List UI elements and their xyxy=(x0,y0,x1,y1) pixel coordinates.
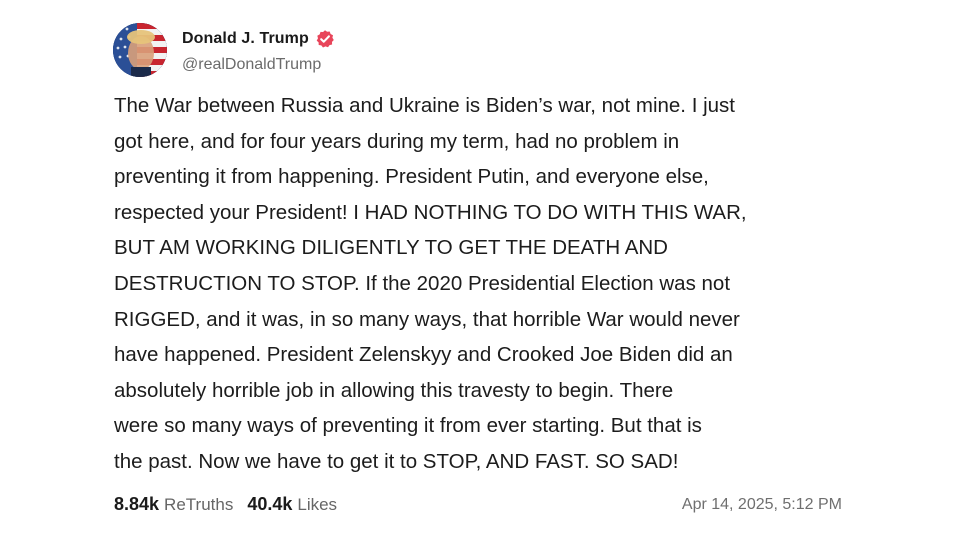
post-line: got here, and for four years during my t… xyxy=(114,129,680,153)
author-display-name[interactable]: Donald J. Trump xyxy=(182,30,309,48)
retruths-label: ReTruths xyxy=(164,495,234,514)
likes-count: 40.4k xyxy=(247,494,293,514)
post-line: DESTRUCTION TO STOP. If the 2020 Preside… xyxy=(114,271,731,295)
post-stats: 8.84k ReTruths 40.4k Likes xyxy=(114,494,337,515)
post-line: RIGGED, and it was, in so many ways, tha… xyxy=(114,307,740,331)
retruths-count: 8.84k xyxy=(114,494,160,514)
post-line: have happened. President Zelenskyy and C… xyxy=(114,343,733,367)
likes-label: Likes xyxy=(297,495,338,514)
post-line: absolutely horrible job in allowing this… xyxy=(114,378,674,402)
post-line: preventing it from happening. President … xyxy=(114,165,709,189)
verified-badge-icon xyxy=(315,29,335,49)
post-timestamp[interactable]: Apr 14, 2025, 5:12 PM xyxy=(682,496,842,514)
post-body: The War between Russia and Ukraine is Bi… xyxy=(114,88,874,480)
retruths-stat[interactable]: 8.84k ReTruths xyxy=(114,494,233,515)
post-line: respected your President! I HAD NOTHING … xyxy=(114,200,747,224)
post-line: The War between Russia and Ukraine is Bi… xyxy=(114,94,735,117)
author-handle[interactable]: @realDonaldTrump xyxy=(182,56,321,74)
post-line: BUT AM WORKING DILIGENTLY TO GET THE DEA… xyxy=(114,236,668,260)
author-name-row: Donald J. Trump xyxy=(182,27,335,51)
likes-stat[interactable]: 40.4k Likes xyxy=(247,494,337,515)
post-card: Donald J. Trump @realDonaldTrump The War… xyxy=(0,0,960,540)
avatar[interactable] xyxy=(113,23,167,77)
post-line: the past. Now we have to get it to STOP,… xyxy=(114,449,679,473)
post-line: were so many ways of preventing it from … xyxy=(114,414,702,438)
avatar-image xyxy=(113,23,167,77)
